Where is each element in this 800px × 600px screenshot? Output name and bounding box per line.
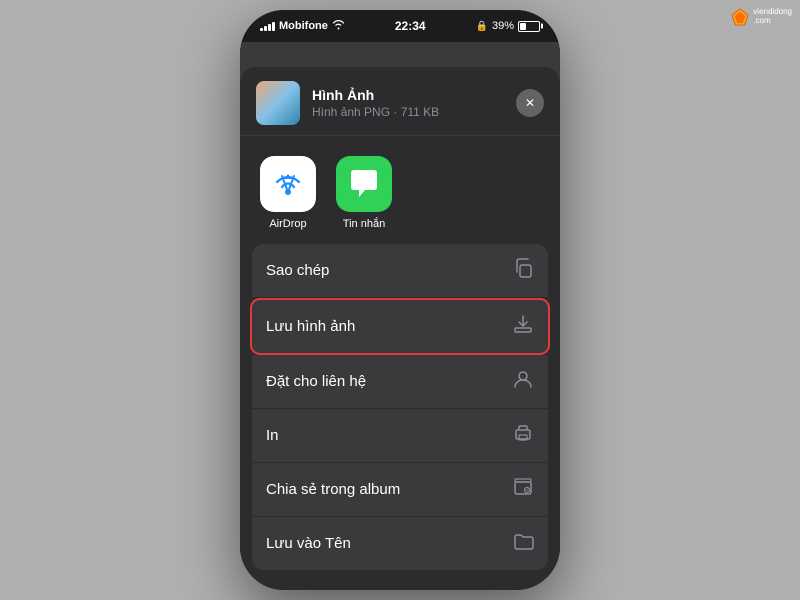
close-button[interactable] — [516, 89, 544, 117]
messages-symbol — [347, 167, 381, 201]
assign-contact-menu-item[interactable]: Đặt cho liên hệ — [252, 355, 548, 409]
copy-label: Sao chép — [266, 262, 329, 279]
wifi-icon — [332, 19, 345, 33]
share-subtitle: Hình ảnh PNG · 711 KB — [312, 105, 504, 119]
messages-app[interactable]: Tin nhắn — [336, 156, 392, 230]
assign-contact-label: Đặt cho liên hệ — [266, 373, 366, 390]
share-album-icon — [512, 476, 534, 503]
print-menu-item[interactable]: In — [252, 409, 548, 463]
save-image-menu-item[interactable]: Lưu hình ảnh — [250, 298, 550, 355]
airdrop-icon — [260, 156, 316, 212]
status-time: 22:34 — [395, 19, 426, 33]
share-info: Hình Ảnh Hình ảnh PNG · 711 KB — [312, 87, 504, 119]
battery-icon — [518, 21, 540, 32]
status-bar: Mobifone 22:34 🔒 39% — [240, 10, 560, 42]
watermark-text: viendidong .com — [753, 8, 792, 26]
copy-icon — [512, 257, 534, 284]
save-to-icon — [512, 530, 534, 557]
print-label: In — [266, 427, 279, 444]
assign-contact-icon — [512, 368, 534, 395]
lock-icon: 🔒 — [476, 21, 488, 32]
menu-items: Sao chép Lưu hình ảnh — [240, 244, 560, 590]
messages-icon — [336, 156, 392, 212]
share-sheet: Hình Ảnh Hình ảnh PNG · 711 KB — [240, 67, 560, 590]
airdrop-label: AirDrop — [269, 218, 306, 230]
airdrop-symbol — [270, 166, 306, 202]
share-header: Hình Ảnh Hình ảnh PNG · 711 KB — [240, 67, 560, 136]
copy-menu-item[interactable]: Sao chép — [252, 244, 548, 298]
battery-fill — [520, 23, 526, 30]
messages-label: Tin nhắn — [343, 218, 385, 230]
apps-row: AirDrop Tin nhắn — [240, 136, 560, 244]
share-album-menu-item[interactable]: Chia sẻ trong album — [252, 463, 548, 517]
share-album-label: Chia sẻ trong album — [266, 481, 400, 498]
save-to-label: Lưu vào Tên — [266, 535, 351, 552]
print-icon — [512, 422, 534, 449]
signal-bars — [260, 21, 275, 31]
watermark: viendidong .com — [731, 8, 792, 26]
save-to-menu-item[interactable]: Lưu vào Tên — [252, 517, 548, 570]
status-left: Mobifone — [260, 19, 345, 33]
phone-frame: Mobifone 22:34 🔒 39% — [240, 10, 560, 590]
battery-percent: 39% — [492, 20, 514, 32]
share-title: Hình Ảnh — [312, 87, 504, 103]
save-image-icon — [512, 313, 534, 340]
airdrop-app[interactable]: AirDrop — [260, 156, 316, 230]
share-thumbnail — [256, 81, 300, 125]
status-right: 🔒 39% — [476, 20, 540, 32]
save-image-label: Lưu hình ảnh — [266, 318, 355, 335]
watermark-logo — [731, 8, 749, 26]
carrier-text: Mobifone — [279, 20, 328, 32]
screen-content: Hình Ảnh Hình ảnh PNG · 711 KB — [240, 42, 560, 590]
